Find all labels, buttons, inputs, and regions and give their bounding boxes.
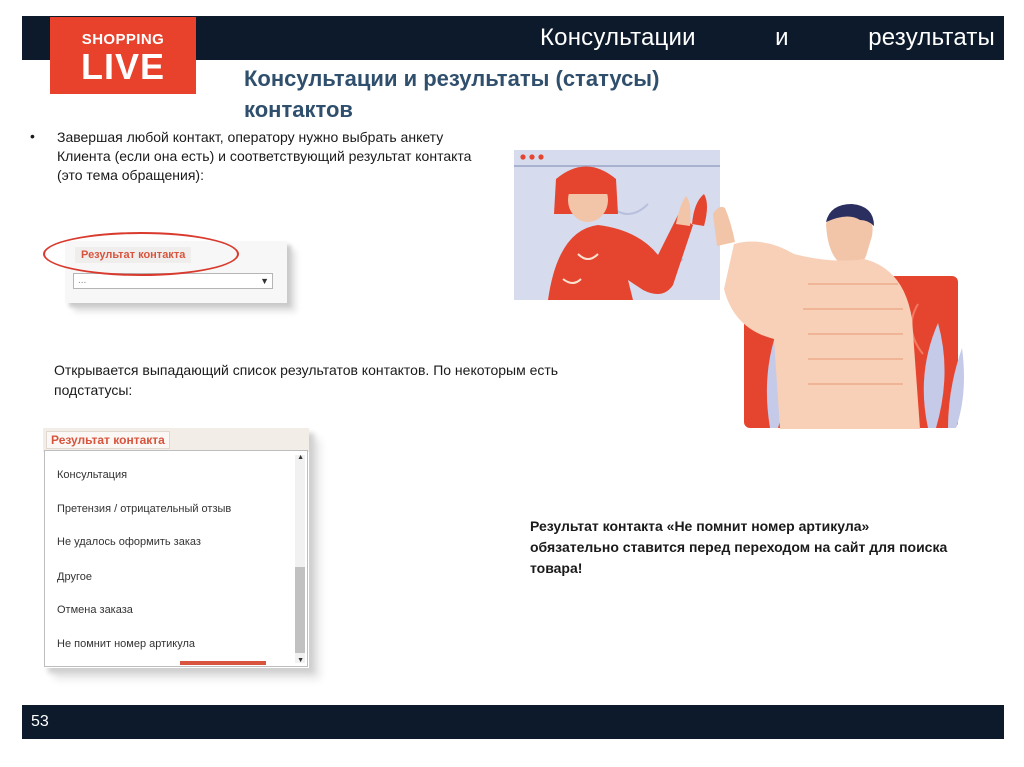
contact-result-select[interactable]: ... ▼ [73,273,273,289]
footer-bar [22,705,1004,739]
bullet-marker: • [30,128,35,144]
dropdown-label: Результат контакта [46,431,170,449]
page-number: 53 [31,713,49,730]
header-title-word-2: и [775,24,789,51]
important-note: Результат контакта «Не помнит номер арти… [530,518,948,576]
chevron-down-icon: ▼ [260,276,269,286]
list-item[interactable]: Не помнит номер артикула [57,638,195,650]
highlight-ellipse [43,232,239,276]
page-title: Консультации и результаты (статусы) конт… [244,66,660,122]
shopping-live-logo: SHOPPING LIVE [50,17,196,94]
logo-line-2: LIVE [80,46,165,87]
scrollbar-thumb[interactable] [295,567,305,653]
list-item[interactable]: Не удалось оформить заказ [57,536,201,548]
select-value: ... [78,275,87,286]
intro-text: Завершая любой контакт, оператору нужно … [57,129,472,183]
dropdown-screenshot: Результат контакта Консультация Претензи… [43,428,309,668]
scroll-up-icon[interactable]: ▲ [297,454,304,461]
header-title-word-3: результаты [868,24,995,51]
dropdown-header: Результат контакта [43,428,309,452]
scroll-down-icon[interactable]: ▼ [297,657,304,664]
header-title: Консультации и результаты [540,24,995,52]
list-item[interactable]: Консультация [57,469,127,481]
high-five-illustration-icon [514,150,964,429]
header-title-word-1: Консультации [540,24,696,51]
list-item[interactable]: Другое [57,571,92,583]
button-edge [180,661,266,665]
dropdown-list: Консультация Претензия / отрицательный о… [44,450,308,667]
list-item[interactable]: Отмена заказа [57,604,133,616]
list-item[interactable]: Претензия / отрицательный отзыв [57,503,231,515]
